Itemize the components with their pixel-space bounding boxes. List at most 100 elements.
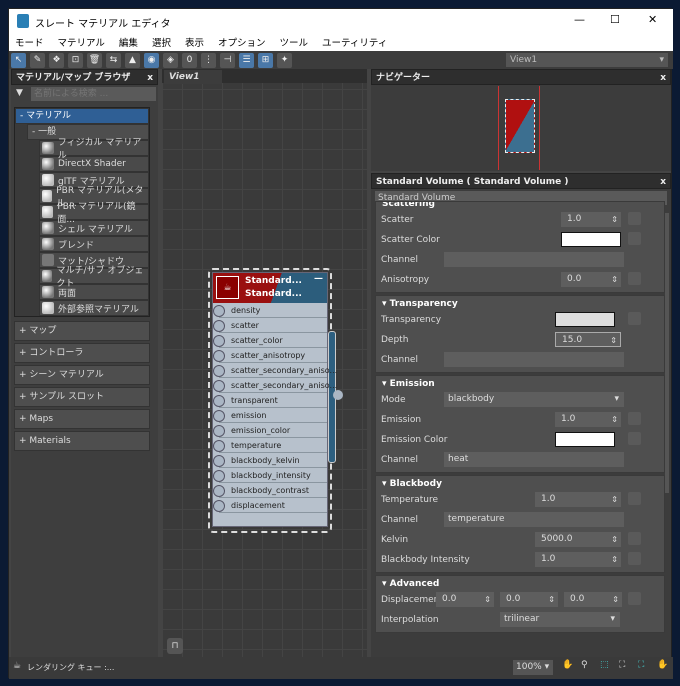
menu-mode[interactable]: モード [15, 35, 44, 49]
section-header[interactable]: ▾ Emission [376, 376, 664, 392]
input-port[interactable]: scatter [213, 318, 327, 333]
nav-toggle-icon[interactable]: ⊓ [167, 638, 183, 654]
close-button[interactable]: ✕ [648, 13, 657, 26]
menu-view[interactable]: 表示 [185, 35, 204, 49]
temperature-channel-field[interactable]: temperature [444, 512, 624, 527]
scatter-color-swatch[interactable] [561, 232, 621, 247]
section-header[interactable]: ▾ Blackbody [376, 476, 664, 492]
kelvin-spinner[interactable]: 5000.0 [535, 532, 621, 547]
menu-edit[interactable]: 編集 [119, 35, 138, 49]
reset-icon[interactable]: ⊡ [68, 52, 83, 68]
input-port[interactable]: blackbody_kelvin [213, 453, 327, 468]
intensity-spinner[interactable]: 1.0 [535, 552, 621, 567]
map-button[interactable] [628, 272, 641, 285]
emission-spinner[interactable]: 1.0 [555, 412, 621, 427]
pan-icon[interactable]: ✋ [562, 660, 573, 670]
hide-unused-icon[interactable]: ▲ [125, 52, 140, 68]
map-button[interactable] [628, 232, 641, 245]
menu-options[interactable]: オプション [218, 35, 266, 49]
depth-spinner[interactable]: 15.0 [555, 332, 621, 348]
mode-dropdown[interactable]: blackbody ▾ [444, 392, 624, 407]
show-map-icon[interactable]: ◉ [144, 52, 159, 68]
input-port[interactable]: scatter_secondary_aniso... [213, 378, 337, 393]
map-button[interactable] [628, 312, 641, 325]
scrollbar[interactable] [665, 213, 669, 493]
collapse-icon[interactable]: — [314, 274, 323, 284]
input-port[interactable]: displacement [213, 498, 327, 513]
select-tool-icon[interactable]: ↖ [11, 52, 26, 68]
map-button[interactable] [628, 412, 641, 425]
show-background-icon[interactable]: ◈ [163, 52, 178, 68]
input-port[interactable]: scatter_anisotropy [213, 348, 327, 363]
anisotropy-spinner[interactable]: 0.0 [561, 272, 621, 287]
map-button[interactable] [628, 532, 641, 545]
layout-children-icon[interactable]: ⊣ [220, 52, 235, 68]
menu-material[interactable]: マテリアル [58, 35, 105, 49]
eyedropper-icon[interactable]: ✎ [30, 52, 45, 68]
menu-tools[interactable]: ツール [279, 35, 308, 49]
view-select-dropdown[interactable]: View1 ▾ [506, 53, 668, 67]
displacement-z-spinner[interactable]: 0.0 [564, 592, 622, 607]
tab-view1[interactable]: View1 [164, 70, 222, 84]
browser-close-button[interactable]: x [147, 70, 153, 86]
map-button[interactable] [628, 492, 641, 505]
input-port[interactable]: emission [213, 408, 327, 423]
navigator-close-button[interactable]: x [660, 70, 666, 86]
browser-category[interactable]: + Maps [14, 409, 150, 429]
frame-all-icon[interactable]: ⛶ [619, 660, 625, 670]
input-port[interactable]: density [213, 303, 327, 318]
map-button[interactable] [628, 212, 641, 225]
zoom-dropdown[interactable]: 100% ▾ [513, 660, 553, 675]
search-input[interactable] [31, 87, 156, 101]
layout-all-icon[interactable]: ⋮ [201, 52, 216, 68]
browser-category[interactable]: + マップ [14, 321, 150, 341]
material-item[interactable]: フィジカル マテリアル [39, 138, 149, 161]
parameter-editor-icon[interactable]: ☰ [239, 52, 254, 68]
assign-material-icon[interactable]: ❖ [49, 52, 64, 68]
minimize-button[interactable]: — [574, 13, 585, 26]
node-view[interactable]: View1 ☕ Standard... Standard... — densit… [162, 69, 367, 657]
displacement-x-spinner[interactable]: 0.0 [436, 592, 494, 607]
maximize-button[interactable]: ☐ [610, 13, 620, 26]
emission-channel-field[interactable]: heat [444, 452, 624, 467]
select-by-material-icon[interactable]: ✦ [277, 52, 292, 68]
browser-category[interactable]: + シーン マテリアル [14, 365, 150, 385]
material-node[interactable]: ☕ Standard... Standard... — density scatt… [212, 272, 337, 527]
frame-selected-icon[interactable]: ⛶ [638, 660, 644, 670]
browser-category[interactable]: + コントローラ [14, 343, 150, 363]
transparency-channel-field[interactable] [444, 352, 624, 367]
zoom-icon[interactable]: ⚲ [581, 660, 588, 670]
displacement-y-spinner[interactable]: 0.0 [500, 592, 558, 607]
layout-icon[interactable]: 0 [182, 52, 197, 68]
browser-category[interactable]: + Materials [14, 431, 150, 451]
input-port[interactable]: scatter_secondary_aniso... [213, 363, 337, 378]
group-materials[interactable]: - マテリアル [15, 108, 149, 124]
navigator-icon[interactable]: ⊞ [258, 52, 273, 68]
input-port[interactable]: scatter_color [213, 333, 327, 348]
material-item[interactable]: マルチ/サブ オブジェクト [39, 266, 149, 289]
menu-select[interactable]: 選択 [152, 35, 171, 49]
pan-mode-icon[interactable]: ✋ [657, 660, 668, 670]
menu-utilities[interactable]: ユーティリティ [322, 35, 387, 49]
interpolation-dropdown[interactable]: trilinear ▾ [500, 612, 620, 627]
material-item[interactable]: 外部参照マテリアル [39, 300, 149, 316]
input-port[interactable]: emission_color [213, 423, 327, 438]
section-header[interactable]: Scattering [376, 202, 664, 212]
parameter-editor-close-button[interactable]: x [660, 174, 666, 190]
input-port[interactable]: blackbody_intensity [213, 468, 327, 483]
temperature-spinner[interactable]: 1.0 [535, 492, 621, 507]
material-item[interactable]: ブレンド [39, 236, 149, 252]
browser-category[interactable]: + サンプル スロット [14, 387, 150, 407]
input-port[interactable]: transparent [213, 393, 327, 408]
input-port[interactable]: temperature [213, 438, 327, 453]
map-button[interactable] [628, 592, 641, 605]
move-children-icon[interactable]: ⇆ [106, 52, 121, 68]
map-button[interactable] [628, 432, 641, 445]
scatter-channel-field[interactable] [444, 252, 624, 267]
section-header[interactable]: ▾ Advanced [376, 576, 664, 592]
search-options-icon[interactable]: ▼ [16, 88, 23, 98]
delete-icon[interactable]: 🗑 [87, 52, 102, 68]
transparency-swatch[interactable] [555, 312, 615, 327]
scatter-spinner[interactable]: 1.0 [561, 212, 621, 227]
map-button[interactable] [628, 552, 641, 565]
